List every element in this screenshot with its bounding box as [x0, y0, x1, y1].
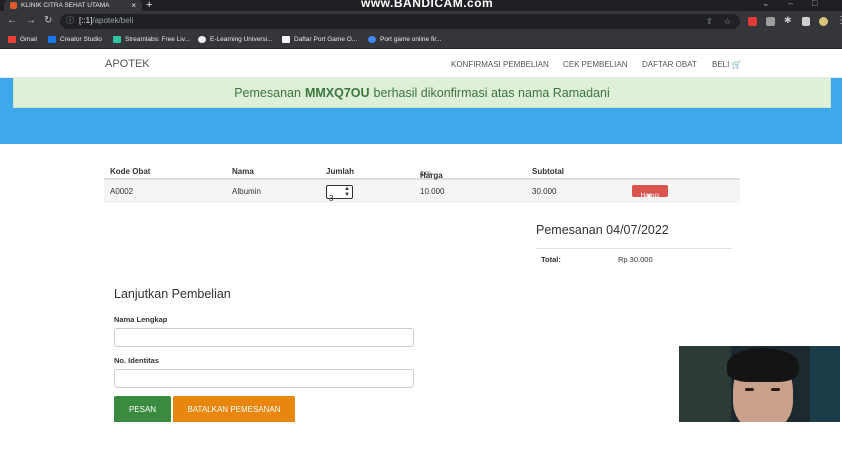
total-value: Rp 30.000	[618, 255, 653, 264]
hero-banner: Pemesanan MMXQ7OU berhasil dikonfirmasi …	[0, 78, 842, 144]
bookmark-item[interactable]: Creator Studio	[48, 36, 102, 43]
no-identitas-input[interactable]	[114, 369, 414, 388]
tab-favicon-icon	[10, 2, 17, 9]
bookmark-item[interactable]: E-Learning Universi...	[198, 36, 273, 43]
screen: KLINIK CITRA SEHAT UTAMA × + www.BANDICA…	[0, 0, 842, 460]
cart-icon: 🛒	[731, 60, 742, 69]
cell-kode: A0002	[110, 187, 134, 196]
cell-harga: 10.000	[420, 187, 445, 196]
bookmark-star-icon[interactable]: ☆	[724, 17, 731, 26]
chevron-down-icon[interactable]: ⌄	[762, 0, 770, 9]
nav-cek-pembelian[interactable]: CEK PEMBELIAN	[563, 60, 627, 69]
no-identitas-label: No. Identitas	[114, 356, 160, 365]
bookmark-label: Streamlabs: Free Liv...	[125, 36, 190, 43]
bookmarks-bar: Gmail Creator Studio Streamlabs: Free Li…	[0, 32, 842, 49]
bookmark-label: Port game online fir...	[380, 36, 442, 43]
col-harga-unit: /pcs	[420, 171, 432, 177]
quantity-stepper[interactable]: 3 ▲ ▼	[326, 185, 353, 203]
cell-subtotal: 30.000	[532, 187, 557, 196]
bottom-area	[0, 422, 842, 460]
maximize-icon[interactable]: □	[812, 0, 817, 8]
pesan-button[interactable]: PESAN	[114, 396, 171, 422]
hapus-button[interactable]: ✖ Hapus	[632, 185, 668, 200]
col-kode-obat: Kode Obat	[110, 167, 151, 176]
nav-beli[interactable]: BELI 🛒	[712, 60, 742, 69]
url-text: [::1]/apotek/beli	[79, 16, 133, 25]
tab-title: KLINIK CITRA SEHAT UTAMA	[21, 2, 110, 9]
browser-tab[interactable]: KLINIK CITRA SEHAT UTAMA ×	[4, 0, 142, 11]
side-panel-icon[interactable]	[802, 17, 810, 26]
menu-icon[interactable]: ⋮	[836, 15, 842, 26]
elearning-icon	[198, 36, 206, 43]
address-bar[interactable]: ⓘ [::1]/apotek/beli ⇪ ☆	[60, 14, 740, 29]
web-page: APOTEK KONFIRMASI PEMBELIAN CEK PEMBELIA…	[0, 49, 842, 422]
gmail-icon	[8, 36, 16, 43]
table-row: A0002 Albumin 3 ▲ ▼ 10.000 30.000 ✖ Hapus	[104, 180, 740, 203]
share-icon[interactable]: ⇪	[706, 17, 713, 26]
globe-icon	[368, 36, 376, 43]
bookmark-label: E-Learning Universi...	[210, 36, 273, 43]
col-subtotal: Subtotal	[532, 167, 564, 176]
extension-icon[interactable]	[748, 17, 757, 26]
cart-table: Kode Obat Nama Jumlah Harga/pcs Subtotal…	[104, 163, 740, 203]
order-summary-title: Pemesanan 04/07/2022	[536, 223, 669, 237]
bookmark-label: Creator Studio	[60, 36, 102, 43]
nav-daftar-obat[interactable]: DAFTAR OBAT	[642, 60, 697, 69]
browser-tab-bar: KLINIK CITRA SEHAT UTAMA × + www.BANDICA…	[0, 0, 842, 11]
new-tab-button[interactable]: +	[146, 0, 152, 11]
site-navbar: APOTEK KONFIRMASI PEMBELIAN CEK PEMBELIA…	[0, 49, 842, 78]
url-host: [::1]	[79, 16, 93, 25]
col-jumlah: Jumlah	[326, 167, 355, 176]
success-alert: Pemesanan MMXQ7OU berhasil dikonfirmasi …	[13, 78, 831, 108]
webcam-overlay	[679, 346, 840, 422]
bookmark-item[interactable]: Gmail	[8, 36, 37, 43]
quantity-value: 3	[329, 194, 334, 203]
puzzle-icon[interactable]: ✱	[784, 15, 792, 26]
alert-prefix: Pemesanan	[234, 85, 301, 100]
nav-konfirmasi-pembelian[interactable]: KONFIRMASI PEMBELIAN	[451, 60, 549, 69]
total-label: Total:	[541, 255, 561, 264]
col-nama: Nama	[232, 167, 254, 176]
alert-suffix: berhasil dikonfirmasi atas nama Ramadani	[373, 85, 610, 100]
browser-toolbar: ← → ↻ ⓘ [::1]/apotek/beli ⇪ ☆ ✱ ⋮	[0, 11, 842, 32]
cell-nama: Albumin	[232, 187, 261, 196]
bookmark-label: Gmail	[20, 36, 37, 43]
profile-avatar[interactable]	[819, 17, 828, 26]
recorder-watermark: www.BANDICAM.com	[361, 0, 494, 10]
reload-icon[interactable]: ↻	[44, 15, 52, 26]
nama-lengkap-input[interactable]	[114, 328, 414, 347]
extension-icon[interactable]	[766, 17, 775, 26]
summary-divider	[536, 248, 732, 249]
batalkan-pemesanan-button[interactable]: BATALKAN PEMESANAN	[173, 396, 295, 422]
url-path: /apotek/beli	[92, 16, 134, 25]
table-header: Kode Obat Nama Jumlah Harga/pcs Subtotal	[104, 163, 740, 180]
site-info-icon[interactable]: ⓘ	[66, 15, 74, 26]
hapus-label: Hapus	[640, 192, 660, 199]
forward-arrow-icon[interactable]: →	[26, 15, 36, 26]
bookmark-item[interactable]: Streamlabs: Free Liv...	[113, 36, 190, 43]
creator-studio-icon	[48, 36, 56, 43]
nama-lengkap-label: Nama Lengkap	[114, 315, 168, 324]
form-title: Lanjutkan Pembelian	[114, 287, 231, 301]
bookmark-item[interactable]: Port game online fir...	[368, 36, 441, 43]
order-code: MMXQ7OU	[304, 85, 370, 100]
nav-beli-label: BELI	[712, 60, 730, 69]
bookmark-label: Daftar Port Game O...	[294, 36, 358, 43]
spinner-arrows-icon[interactable]: ▲ ▼	[344, 186, 350, 198]
back-arrow-icon[interactable]: ←	[7, 15, 17, 26]
bookmark-item[interactable]: Daftar Port Game O...	[282, 36, 357, 43]
streamlabs-icon	[113, 36, 121, 43]
minimize-icon[interactable]: –	[788, 0, 793, 8]
page-icon	[282, 36, 290, 43]
tab-close-icon[interactable]: ×	[131, 1, 136, 10]
site-brand[interactable]: APOTEK	[105, 58, 150, 70]
